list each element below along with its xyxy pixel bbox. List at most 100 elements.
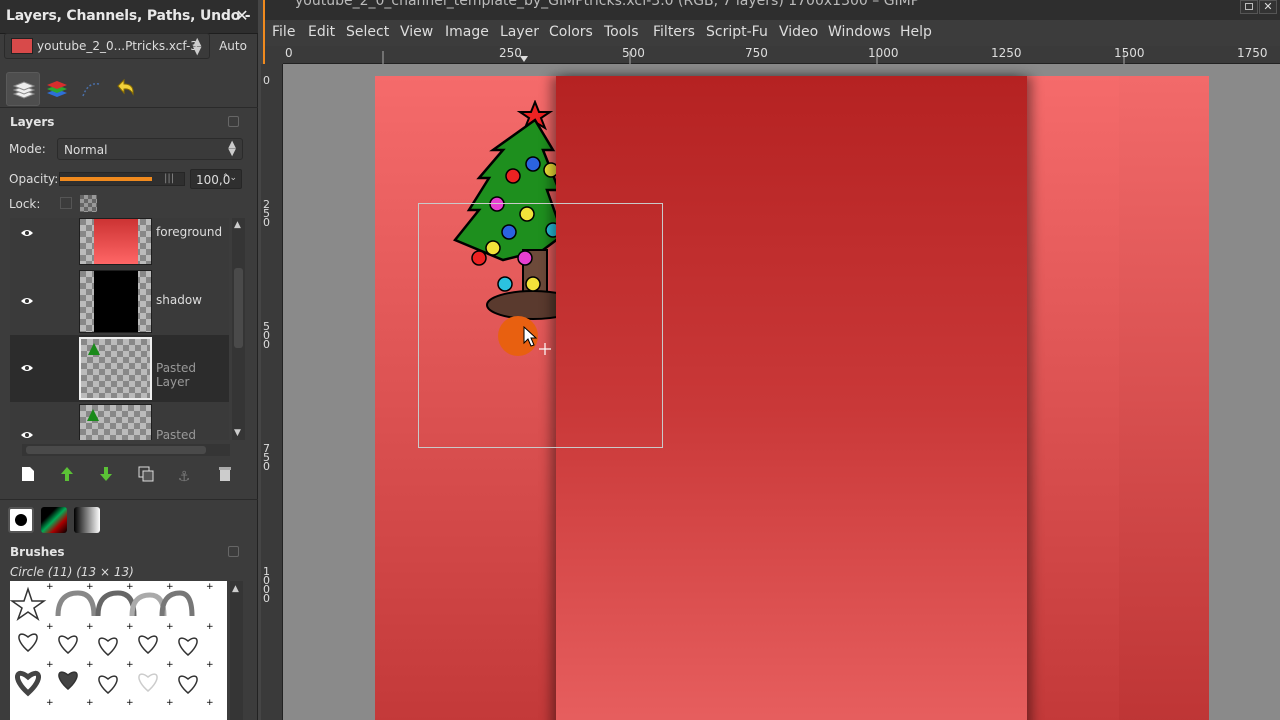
chevron-updown-icon: ▲ ▼ xyxy=(193,35,202,57)
menu-view[interactable]: View xyxy=(400,24,433,40)
opacity-slider[interactable]: ||| xyxy=(59,172,185,186)
menu-image[interactable]: Image xyxy=(445,24,489,40)
layer-name: Pasted Layer xyxy=(156,428,197,440)
gradients-tab-icon[interactable] xyxy=(74,507,100,533)
eye-icon[interactable] xyxy=(20,296,34,306)
eye-icon[interactable] xyxy=(20,228,34,238)
mode-select[interactable]: Normal ▲ ▼ xyxy=(57,138,243,160)
chevron-updown-icon: ▲ ▼ xyxy=(228,139,236,158)
right-background-strip xyxy=(1119,76,1209,720)
scrollbar-thumb[interactable] xyxy=(234,268,243,348)
opacity-spinbox[interactable]: 100,0 ⌃⌄ xyxy=(190,169,242,189)
image-thumbnail xyxy=(11,38,33,54)
scroll-down-icon[interactable]: ▼ xyxy=(234,428,241,438)
brushes-tab-icon[interactable] xyxy=(8,507,34,533)
current-brush-label: Circle (11) (13 × 13) xyxy=(10,565,134,579)
patterns-tab-icon[interactable] xyxy=(41,507,67,533)
divider xyxy=(0,499,258,500)
opacity-label: Opacity: xyxy=(9,172,59,186)
menu-filters[interactable]: Filters xyxy=(653,24,695,40)
svg-text:+: + xyxy=(166,582,174,592)
scrollbar-thumb[interactable] xyxy=(26,446,206,454)
quick-mask-corner[interactable] xyxy=(265,46,283,64)
menu-colors[interactable]: Colors xyxy=(549,24,593,40)
menu-layer[interactable]: Layer xyxy=(500,24,539,40)
image-name: youtube_2_0...Ptricks.xcf-3 xyxy=(37,39,198,53)
eye-icon[interactable] xyxy=(20,363,34,373)
svg-text:+: + xyxy=(166,660,174,670)
svg-text:+: + xyxy=(206,660,214,670)
scroll-up-icon[interactable]: ▲ xyxy=(234,220,241,230)
dock-titlebar[interactable]: Layers, Channels, Paths, Undo - ... ✕ xyxy=(0,0,258,40)
restore-window-icon[interactable] xyxy=(1240,0,1258,14)
layer-name: foreground xyxy=(156,225,223,239)
layers-scrollbar[interactable]: ▲ ▼ xyxy=(232,218,245,440)
svg-text:+: + xyxy=(46,622,54,632)
anchor-layer-icon[interactable]: ⚓ xyxy=(173,466,195,488)
svg-text:+: + xyxy=(46,582,54,592)
auto-button[interactable]: Auto xyxy=(213,33,253,59)
channels-tab-icon[interactable] xyxy=(40,72,74,106)
panel-menu-icon[interactable] xyxy=(228,546,239,557)
layer-row[interactable]: shadow xyxy=(10,268,229,335)
christmas-tree-icon xyxy=(453,100,563,320)
lower-layer-icon[interactable] xyxy=(95,466,117,488)
scroll-up-icon[interactable]: ▲ xyxy=(232,584,239,594)
ruler-label: 500 xyxy=(622,46,645,60)
panel-menu-icon[interactable] xyxy=(228,116,239,127)
menu-edit[interactable]: Edit xyxy=(308,24,335,40)
svg-text:+: + xyxy=(86,698,94,708)
undo-tab-icon[interactable] xyxy=(108,72,142,106)
menu-video[interactable]: Video xyxy=(779,24,818,40)
dock-tabbar xyxy=(0,68,258,108)
layer-row[interactable]: Pasted Layer xyxy=(10,402,229,440)
ruler-label: 1000 xyxy=(263,565,270,605)
svg-text:+: + xyxy=(46,698,54,708)
ruler-label: 1500 xyxy=(1114,46,1145,60)
eye-icon[interactable] xyxy=(20,430,34,440)
svg-text:+: + xyxy=(126,698,134,708)
image-canvas[interactable] xyxy=(283,64,1280,720)
brushes-grid[interactable]: + + + + + + + + + + + + + + + + + + + + xyxy=(10,581,227,720)
menu-help[interactable]: Help xyxy=(900,24,932,40)
menu-tools[interactable]: Tools xyxy=(604,24,639,40)
menu-windows[interactable]: Windows xyxy=(828,24,891,40)
image-selector[interactable]: youtube_2_0...Ptricks.xcf-3 ▲ ▼ xyxy=(4,33,210,59)
delete-layer-icon[interactable] xyxy=(214,466,236,488)
menu-file[interactable]: File xyxy=(272,24,295,40)
ruler-label: 500 xyxy=(263,320,270,351)
svg-text:+: + xyxy=(206,582,214,592)
vertical-ruler[interactable]: 0 250 500 750 1000 xyxy=(261,64,283,720)
paths-tab-icon[interactable] xyxy=(74,72,108,106)
mode-label: Mode: xyxy=(9,142,46,156)
layers-dock: Layers, Channels, Paths, Undo - ... ✕ yo… xyxy=(0,0,258,720)
ruler-label: 1750 xyxy=(1237,46,1268,60)
svg-text:+: + xyxy=(206,622,214,632)
svg-text:+: + xyxy=(86,660,94,670)
layer-row-selected[interactable]: Pasted Layer xyxy=(10,335,229,402)
horizontal-ruler[interactable]: 0 250 500 750 1000 1250 1500 1750 xyxy=(283,46,1280,64)
lock-pixels-checkbox[interactable] xyxy=(60,197,72,209)
image-window-titlebar[interactable]: youtube_2_0_channel_template_by_GIMPtric… xyxy=(265,0,1280,20)
brushes-scrollbar[interactable]: ▲ xyxy=(230,581,243,720)
svg-text:+: + xyxy=(166,622,174,632)
layer-thumbnail xyxy=(79,270,152,333)
ruler-label: 0 xyxy=(285,46,293,60)
layers-hscrollbar[interactable] xyxy=(22,444,230,456)
menu-script-fu[interactable]: Script-Fu xyxy=(706,24,768,40)
menu-select[interactable]: Select xyxy=(346,24,389,40)
ruler-label: 750 xyxy=(745,46,768,60)
close-window-icon[interactable]: ✕ xyxy=(1259,0,1277,14)
center-banner xyxy=(556,76,1027,720)
menubar: File Edit Select View Image Layer Colors… xyxy=(265,20,1280,46)
opacity-fill xyxy=(60,177,152,181)
layers-tab-icon[interactable] xyxy=(6,72,40,106)
raise-layer-icon[interactable] xyxy=(56,466,78,488)
lock-alpha-icon[interactable] xyxy=(80,195,97,212)
close-icon[interactable]: ✕ xyxy=(233,7,251,25)
svg-text:+: + xyxy=(126,622,134,632)
layer-thumbnail xyxy=(79,337,152,400)
svg-text:+: + xyxy=(166,698,174,708)
new-layer-icon[interactable] xyxy=(17,466,39,488)
duplicate-layer-icon[interactable] xyxy=(135,466,157,488)
